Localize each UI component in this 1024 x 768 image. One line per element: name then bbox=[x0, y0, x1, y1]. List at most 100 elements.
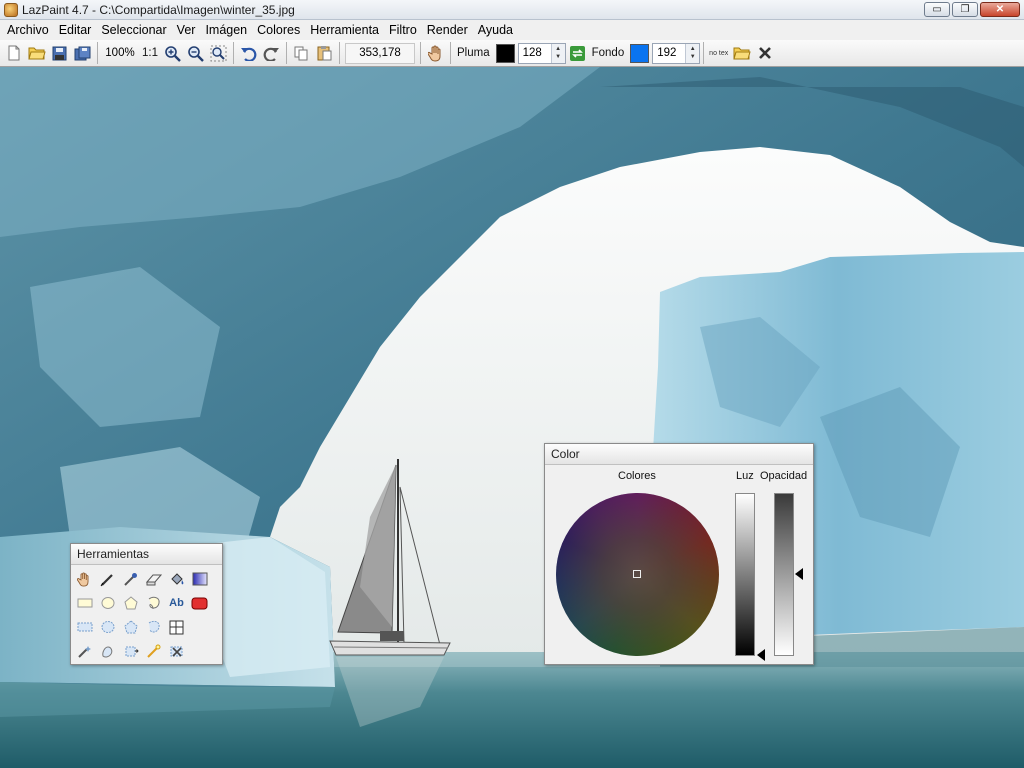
minimize-icon: ▭ bbox=[932, 3, 942, 15]
zoom-level[interactable]: 100% bbox=[101, 43, 139, 63]
spline-icon bbox=[148, 596, 160, 610]
rounded-rect-tool[interactable] bbox=[188, 591, 211, 615]
new-file-button[interactable] bbox=[2, 42, 25, 65]
maximize-button[interactable]: ❐ bbox=[952, 2, 978, 17]
background-label: Fondo bbox=[591, 47, 625, 59]
menu-colores[interactable]: Colores bbox=[252, 23, 305, 37]
tools-panel: Herramientas Ab bbox=[70, 543, 223, 665]
redo-button[interactable] bbox=[260, 42, 283, 65]
color-wheel[interactable] bbox=[556, 493, 719, 656]
fill-tool[interactable] bbox=[165, 567, 188, 591]
toolbar-separator bbox=[420, 42, 421, 64]
color-wheel-cursor[interactable] bbox=[633, 570, 641, 578]
close-icon: ✕ bbox=[995, 3, 1005, 15]
hand-tool-button[interactable] bbox=[424, 42, 447, 65]
wand-tool[interactable] bbox=[142, 639, 165, 663]
app-icon bbox=[4, 2, 18, 17]
gradient-tool[interactable] bbox=[188, 567, 211, 591]
ellipse-tool[interactable] bbox=[96, 591, 119, 615]
light-slider-handle[interactable] bbox=[757, 649, 765, 661]
toolbar-separator bbox=[703, 42, 705, 64]
toolbar-separator bbox=[97, 42, 98, 64]
menu-editar[interactable]: Editar bbox=[54, 23, 97, 37]
title-bar: LazPaint 4.7 - C:\Compartida\Imagen\wint… bbox=[0, 0, 1024, 20]
menu-herramienta[interactable]: Herramienta bbox=[305, 23, 384, 37]
rounded-rect-icon bbox=[191, 597, 208, 609]
folder-open-icon bbox=[733, 47, 751, 60]
fill-bucket-icon bbox=[170, 572, 183, 585]
text-tool[interactable]: Ab bbox=[165, 591, 188, 615]
toolbar-separator bbox=[339, 42, 340, 64]
pen-tool[interactable] bbox=[96, 567, 119, 591]
save-button[interactable] bbox=[48, 42, 71, 65]
copy-button[interactable] bbox=[290, 42, 313, 65]
deselect-tool[interactable] bbox=[165, 639, 188, 663]
select-grid-tool[interactable] bbox=[165, 615, 188, 639]
minimize-button[interactable]: ▭ bbox=[924, 2, 950, 17]
polygon-icon bbox=[123, 596, 138, 610]
hand-icon bbox=[427, 45, 440, 62]
save-as-button[interactable] bbox=[71, 42, 94, 65]
menu-seleccionar[interactable]: Seleccionar bbox=[96, 23, 171, 37]
select-grid-icon bbox=[169, 620, 184, 634]
open-file-button[interactable] bbox=[25, 42, 48, 65]
opacity-slider[interactable] bbox=[774, 493, 794, 656]
color-panel: Color Colores Luz Opacidad bbox=[544, 443, 814, 665]
eraser-icon bbox=[145, 574, 162, 586]
menu-bar: Archivo Editar Seleccionar Ver Imágen Co… bbox=[0, 20, 1024, 40]
load-texture-button[interactable] bbox=[730, 42, 753, 65]
select-spline-icon bbox=[148, 620, 160, 633]
colors-label: Colores bbox=[618, 470, 656, 482]
spline-tool[interactable] bbox=[142, 591, 165, 615]
undo-icon bbox=[241, 47, 257, 61]
eraser-tool[interactable] bbox=[142, 567, 165, 591]
zoom-fit-button[interactable] bbox=[207, 42, 230, 65]
light-slider[interactable] bbox=[735, 493, 755, 656]
paste-button[interactable] bbox=[313, 42, 336, 65]
pen-opacity-field[interactable]: 128 ▲ ▼ bbox=[517, 42, 566, 64]
select-ellipse-tool[interactable] bbox=[96, 615, 119, 639]
swap-colors-button[interactable] bbox=[566, 42, 589, 65]
background-opacity-field[interactable]: 192 ▲ ▼ bbox=[652, 42, 701, 64]
pen-color-swatch[interactable] bbox=[495, 43, 515, 63]
menu-render[interactable]: Render bbox=[422, 23, 473, 37]
empty-tool-slot bbox=[188, 615, 211, 639]
select-pen-tool[interactable] bbox=[96, 639, 119, 663]
close-button[interactable]: ✕ bbox=[980, 2, 1020, 17]
zoom-in-button[interactable] bbox=[161, 42, 184, 65]
remove-texture-button[interactable] bbox=[753, 42, 776, 65]
select-spline-tool[interactable] bbox=[142, 615, 165, 639]
pen-opacity-value: 128 bbox=[522, 47, 542, 59]
undo-button[interactable] bbox=[237, 42, 260, 65]
text-icon: Ab bbox=[169, 597, 184, 609]
background-opacity-value: 192 bbox=[657, 47, 677, 59]
spin-arrows[interactable]: ▲ ▼ bbox=[685, 43, 700, 63]
zoom-out-button[interactable] bbox=[184, 42, 207, 65]
select-ellipse-icon bbox=[101, 621, 114, 633]
menu-imagen[interactable]: Imágen bbox=[200, 23, 252, 37]
background-color-swatch[interactable] bbox=[630, 43, 650, 63]
move-selection-tool[interactable] bbox=[119, 639, 142, 663]
rectangle-icon bbox=[77, 598, 92, 608]
wand-icon bbox=[146, 644, 160, 658]
hand-icon bbox=[77, 571, 89, 587]
color-picker-tool[interactable] bbox=[119, 567, 142, 591]
select-poly-tool[interactable] bbox=[119, 615, 142, 639]
opacity-slider-handle[interactable] bbox=[795, 568, 803, 580]
swap-colors-icon bbox=[569, 45, 585, 61]
zoom-in-icon bbox=[165, 45, 181, 62]
rectangle-tool[interactable] bbox=[73, 591, 96, 615]
menu-ayuda[interactable]: Ayuda bbox=[473, 23, 518, 37]
polygon-tool[interactable] bbox=[119, 591, 142, 615]
menu-archivo[interactable]: Archivo bbox=[2, 23, 54, 37]
color-picker-icon bbox=[124, 572, 137, 586]
menu-filtro[interactable]: Filtro bbox=[384, 23, 422, 37]
menu-ver[interactable]: Ver bbox=[172, 23, 201, 37]
hand-tool[interactable] bbox=[73, 567, 96, 591]
magic-wand-tool[interactable] bbox=[73, 639, 96, 663]
zoom-actual-size-button[interactable]: 1:1 bbox=[139, 47, 161, 59]
redo-icon bbox=[263, 47, 279, 61]
spin-arrows[interactable]: ▲ ▼ bbox=[550, 43, 565, 63]
no-texture-button[interactable]: no tex bbox=[707, 42, 730, 65]
select-rect-tool[interactable] bbox=[73, 615, 96, 639]
